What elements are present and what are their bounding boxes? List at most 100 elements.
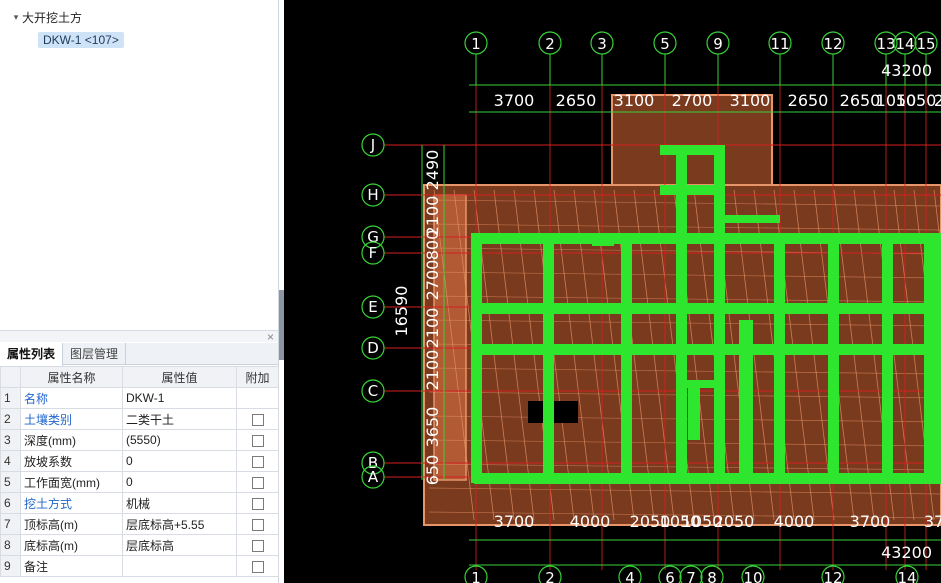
dimension-text: 3650 xyxy=(423,407,442,448)
table-row[interactable]: 6 挖土方式 机械 xyxy=(0,492,279,514)
row-index: 3 xyxy=(0,429,21,451)
table-row[interactable]: 2 土壤类别 二类干土 xyxy=(0,408,279,430)
attach-cell xyxy=(236,513,279,535)
dimension-total-bottom: 43200 xyxy=(881,543,932,562)
row-index: 8 xyxy=(0,534,21,556)
column-header: 属性名称 xyxy=(20,366,123,388)
table-row[interactable]: 3 深度(mm) (5550) xyxy=(0,429,279,451)
axis-label-bottom: 4 xyxy=(625,569,635,583)
property-value[interactable]: DKW-1 xyxy=(122,387,237,409)
wall-segment xyxy=(471,233,482,483)
property-name: 名称 xyxy=(20,387,123,409)
property-value[interactable]: 机械 xyxy=(122,492,237,514)
property-value[interactable]: 0 xyxy=(122,450,237,472)
wall-segment xyxy=(688,385,700,440)
tree-root-node[interactable]: ▾ 大开挖土方 xyxy=(10,7,82,27)
attach-checkbox[interactable] xyxy=(251,476,264,489)
axis-label-left: A xyxy=(368,468,379,486)
property-name: 备注 xyxy=(20,555,123,577)
attach-checkbox[interactable] xyxy=(251,455,264,468)
property-value[interactable]: (5550) xyxy=(122,429,237,451)
property-name: 放坡系数 xyxy=(20,450,123,472)
wall-segment xyxy=(739,320,753,483)
column-header: 附加 xyxy=(236,366,279,388)
attach-cell xyxy=(236,387,279,409)
axis-label-bottom: 7 xyxy=(686,569,696,583)
attach-checkbox[interactable] xyxy=(251,413,264,426)
dimension-text: 650 xyxy=(423,455,442,486)
attach-checkbox[interactable] xyxy=(251,560,264,573)
wall-segment xyxy=(774,233,785,483)
attach-checkbox[interactable] xyxy=(251,539,264,552)
row-index: 4 xyxy=(0,450,21,472)
attach-cell xyxy=(236,492,279,514)
tab-layer-management[interactable]: 图层管理 xyxy=(63,343,127,365)
axis-label-top: 15 xyxy=(916,35,935,53)
tree-child-label[interactable]: DKW-1 <107> xyxy=(38,32,124,48)
row-index: 7 xyxy=(0,513,21,535)
close-icon[interactable]: × xyxy=(267,330,274,344)
tree-child-node[interactable]: DKW-1 <107> xyxy=(38,30,124,50)
axis-label-top: 3 xyxy=(597,35,607,53)
property-value[interactable] xyxy=(122,555,237,577)
table-row[interactable]: 9 备注 xyxy=(0,555,279,577)
axis-label-top: 14 xyxy=(895,35,914,53)
attach-checkbox[interactable] xyxy=(251,434,264,447)
tab-property-list[interactable]: 属性列表 xyxy=(0,343,64,366)
property-value[interactable]: 二类干土 xyxy=(122,408,237,430)
property-value[interactable]: 层底标高 xyxy=(122,534,237,556)
axis-label-top: 2 xyxy=(545,35,555,53)
wall-segment xyxy=(714,145,725,483)
axis-label-left: F xyxy=(369,244,378,262)
dimension-text: 2490 xyxy=(423,150,442,191)
axis-label-bottom: 14 xyxy=(897,569,916,583)
attach-cell xyxy=(236,408,279,430)
dimension-total-left: 16590 xyxy=(392,286,411,337)
column-header: 属性值 xyxy=(122,366,237,388)
property-value[interactable]: 层底标高+5.55 xyxy=(122,513,237,535)
dimension-text: 3700 xyxy=(494,91,535,110)
dimension-text: 2100 xyxy=(423,350,442,391)
table-row[interactable]: 4 放坡系数 0 xyxy=(0,450,279,472)
attach-checkbox[interactable] xyxy=(251,518,264,531)
panel-splitter[interactable]: × xyxy=(0,330,278,344)
dimension-text: 4000 xyxy=(774,512,815,531)
dimension-text: 2 xyxy=(934,91,941,110)
row-index: 5 xyxy=(0,471,21,493)
property-name: 顶标高(m) xyxy=(20,513,123,535)
row-index: 6 xyxy=(0,492,21,514)
expand-arrow-icon[interactable]: ▾ xyxy=(10,12,22,23)
table-row[interactable]: 1 名称 DKW-1 xyxy=(0,387,279,409)
property-name: 土壤类别 xyxy=(20,408,123,430)
component-tree: ▾ 大开挖土方 DKW-1 <107> xyxy=(0,0,278,330)
tree-root-label: 大开挖土方 xyxy=(22,10,83,25)
wall-segment xyxy=(924,233,941,483)
wall-segment xyxy=(592,236,614,246)
axis-label-top: 12 xyxy=(823,35,842,53)
dimension-text: 2650 xyxy=(788,91,829,110)
dimension-total-top: 43200 xyxy=(881,61,932,80)
property-name: 深度(mm) xyxy=(20,429,123,451)
dimension-text: 2100 xyxy=(423,308,442,349)
dimension-text: 37 xyxy=(924,512,941,531)
attach-checkbox[interactable] xyxy=(251,497,264,510)
dimension-text: 1050 xyxy=(896,91,937,110)
wall-segment xyxy=(621,233,632,483)
wall-segment xyxy=(660,185,722,195)
axis-label-top: 5 xyxy=(660,35,670,53)
axis-label-top: 1 xyxy=(471,35,481,53)
table-row[interactable]: 7 顶标高(m) 层底标高+5.55 xyxy=(0,513,279,535)
axis-label-top: 11 xyxy=(770,35,789,53)
attach-cell xyxy=(236,534,279,556)
property-name: 挖土方式 xyxy=(20,492,123,514)
cad-drawing[interactable]: 1 2 3 5 9 11 12 13 14 151 2 4 6 7 8 10 12 14JHGFEDCBA4320… xyxy=(284,0,941,583)
attach-cell xyxy=(236,555,279,577)
axis-label-top: 13 xyxy=(876,35,895,53)
drawing-canvas[interactable]: 1 2 3 5 9 11 12 13 14 15 1 2 4 6 7 8 10 12 14 J H G F E D C B A 4320… xyxy=(284,0,941,583)
table-row[interactable]: 5 工作面宽(mm) 0 xyxy=(0,471,279,493)
table-row[interactable]: 8 底标高(m) 层底标高 xyxy=(0,534,279,556)
wall-segment xyxy=(676,145,687,483)
property-value[interactable]: 0 xyxy=(122,471,237,493)
row-index: 9 xyxy=(0,555,21,577)
axis-label-left: E xyxy=(368,298,377,316)
